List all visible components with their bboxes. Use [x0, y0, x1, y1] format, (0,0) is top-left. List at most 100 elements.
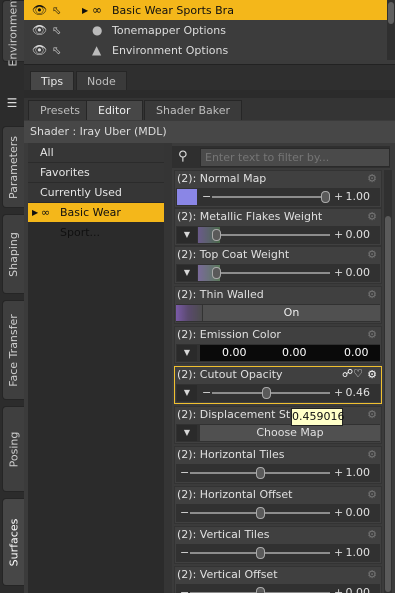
- prop-cutout-opacity[interactable]: (2): Cutout Opacity ☍♡ ⚙ ▼ − + 0.46: [174, 366, 382, 404]
- search-icon[interactable]: ⚲: [178, 149, 194, 165]
- gear-icon[interactable]: ⚙: [367, 288, 377, 301]
- increment-button[interactable]: +: [334, 464, 343, 481]
- tab-parameters[interactable]: Parameters: [2, 126, 24, 208]
- prop-thin-walled[interactable]: (2): Thin Walled ⚙ On: [174, 286, 382, 324]
- scene-row-sports-bra[interactable]: 👁 ⬁ ▶ ∞ Basic Wear Sports Bra: [24, 0, 387, 20]
- choose-map-button[interactable]: Choose Map: [200, 425, 380, 441]
- decrement-button[interactable]: −: [202, 384, 211, 401]
- slider-knob[interactable]: [212, 229, 221, 241]
- prop-vertical-offset[interactable]: (2): Vertical Offset ⚙ − + 0.00: [174, 566, 382, 593]
- prop-horizontal-tiles[interactable]: (2): Horizontal Tiles ⚙ − + 1.00: [174, 446, 382, 484]
- scene-scroll-thumb[interactable]: [388, 2, 394, 24]
- gear-icon[interactable]: ⚙: [367, 408, 377, 421]
- color-field[interactable]: 0.00 0.00 0.00: [200, 345, 380, 361]
- pane-splitter[interactable]: [164, 143, 172, 593]
- prop-value[interactable]: 0.46: [346, 384, 371, 402]
- increment-button[interactable]: +: [334, 264, 343, 281]
- map-swatch[interactable]: [177, 189, 197, 205]
- prop-displacement-strength[interactable]: (2): Displacement Streng ⚙ ▼ Choose Map: [174, 406, 382, 444]
- prop-metallic-flakes-weight[interactable]: (2): Metallic Flakes Weight ⚙ ▼ + 0.00: [174, 208, 382, 246]
- gear-icon[interactable]: ⚙: [367, 528, 377, 541]
- tab-face-transfer[interactable]: Face Transfer: [2, 300, 24, 400]
- slider-knob[interactable]: [262, 387, 272, 399]
- tab-environment[interactable]: Environment: [2, 0, 24, 66]
- tab-posing[interactable]: Posing: [2, 406, 24, 492]
- increment-button[interactable]: +: [334, 584, 343, 593]
- select-cursor-icon[interactable]: ⬁: [52, 44, 61, 57]
- slider-track[interactable]: [212, 272, 330, 274]
- dropdown-arrow-icon[interactable]: ▼: [177, 345, 197, 361]
- decrement-button[interactable]: −: [180, 504, 189, 521]
- eye-icon[interactable]: 👁: [32, 43, 47, 57]
- divider[interactable]: [24, 90, 395, 98]
- slider-knob[interactable]: [256, 547, 265, 559]
- increment-button[interactable]: +: [334, 384, 343, 401]
- dropdown-arrow-icon[interactable]: ▼: [177, 385, 197, 401]
- prop-horizontal-offset[interactable]: (2): Horizontal Offset ⚙ − + 0.00: [174, 486, 382, 524]
- gear-icon[interactable]: ⚙: [367, 448, 377, 461]
- list-item-favorites[interactable]: Favorites: [28, 163, 164, 183]
- tab-shaping[interactable]: Shaping: [2, 214, 24, 294]
- filter-input[interactable]: [200, 148, 390, 167]
- tab-surfaces[interactable]: Surfaces: [2, 498, 24, 586]
- gear-icon[interactable]: ⚙: [367, 488, 377, 501]
- slider-knob[interactable]: [212, 267, 221, 279]
- decrement-button[interactable]: −: [180, 464, 189, 481]
- eye-icon[interactable]: 👁: [32, 23, 47, 37]
- gear-icon[interactable]: ⚙: [367, 568, 377, 581]
- gear-icon[interactable]: ⚙: [367, 248, 377, 261]
- scene-row-environment[interactable]: 👁 ⬁ ▲ Environment Options: [24, 40, 387, 60]
- prop-value[interactable]: 0.00: [346, 226, 371, 244]
- slider-knob[interactable]: [256, 467, 265, 479]
- decrement-button[interactable]: −: [202, 188, 211, 205]
- slider-track[interactable]: [212, 196, 330, 198]
- tab-shader-baker[interactable]: Shader Baker: [144, 100, 243, 120]
- increment-button[interactable]: +: [334, 504, 343, 521]
- decrement-button[interactable]: −: [180, 544, 189, 561]
- prop-top-coat-weight[interactable]: (2): Top Coat Weight ⚙ ▼ + 0.00: [174, 246, 382, 284]
- expand-arrow-icon[interactable]: ▶: [82, 6, 88, 15]
- list-item-all[interactable]: All: [28, 143, 164, 163]
- scene-row-tonemapper[interactable]: 👁 ⬁ ● Tonemapper Options: [24, 20, 387, 40]
- increment-button[interactable]: +: [334, 226, 343, 243]
- tab-node[interactable]: Node: [76, 71, 127, 91]
- tab-presets[interactable]: Presets: [28, 100, 93, 120]
- color-g-value[interactable]: 0.00: [282, 345, 307, 361]
- gear-icon[interactable]: ⚙: [367, 368, 377, 381]
- prop-value[interactable]: 0.00: [346, 264, 371, 282]
- prop-value[interactable]: 0.00: [346, 504, 371, 522]
- slider-knob[interactable]: [256, 507, 265, 519]
- link-heart-icons[interactable]: ☍♡: [342, 367, 363, 380]
- gear-icon[interactable]: ⚙: [367, 172, 377, 185]
- color-r-value[interactable]: 0.00: [222, 345, 247, 361]
- prop-value[interactable]: 0.00: [346, 584, 371, 593]
- prop-normal-map[interactable]: (2): Normal Map ⚙ − + 1.00: [174, 170, 382, 208]
- scene-scrollbar[interactable]: [387, 0, 395, 60]
- slider-knob[interactable]: [321, 191, 331, 203]
- increment-button[interactable]: +: [334, 544, 343, 561]
- toggle-button[interactable]: On: [202, 305, 380, 321]
- prop-value[interactable]: 1.00: [346, 544, 371, 562]
- slider-knob[interactable]: [256, 587, 265, 593]
- list-item-currently-used[interactable]: Currently Used: [28, 183, 164, 203]
- select-cursor-icon[interactable]: ⬁: [52, 4, 61, 17]
- color-b-value[interactable]: 0.00: [344, 345, 369, 361]
- select-cursor-icon[interactable]: ⬁: [52, 24, 61, 37]
- prop-vertical-tiles[interactable]: (2): Vertical Tiles ⚙ − + 1.00: [174, 526, 382, 564]
- list-item-basic-wear-sports-bra[interactable]: ▶ ∞ Basic Wear Sport...: [28, 203, 164, 239]
- pane-menu-icon[interactable]: ☰: [3, 96, 21, 112]
- expand-arrow-icon[interactable]: ▶: [32, 203, 38, 223]
- prop-emission-color[interactable]: (2): Emission Color ⚙ ▼ 0.00 0.00 0.00: [174, 326, 382, 364]
- dropdown-arrow-icon[interactable]: ▼: [177, 425, 197, 441]
- tab-tips[interactable]: Tips: [30, 71, 75, 91]
- eye-icon[interactable]: 👁: [32, 3, 47, 17]
- gear-icon[interactable]: ⚙: [367, 328, 377, 341]
- prop-value[interactable]: 1.00: [346, 188, 371, 206]
- dropdown-arrow-icon[interactable]: ▼: [177, 265, 197, 281]
- gear-icon[interactable]: ⚙: [367, 210, 377, 223]
- slider-track[interactable]: [212, 234, 330, 236]
- dropdown-arrow-icon[interactable]: ▼: [177, 227, 197, 243]
- property-scroll-thumb[interactable]: [385, 216, 391, 592]
- decrement-button[interactable]: −: [180, 584, 189, 593]
- increment-button[interactable]: +: [334, 188, 343, 205]
